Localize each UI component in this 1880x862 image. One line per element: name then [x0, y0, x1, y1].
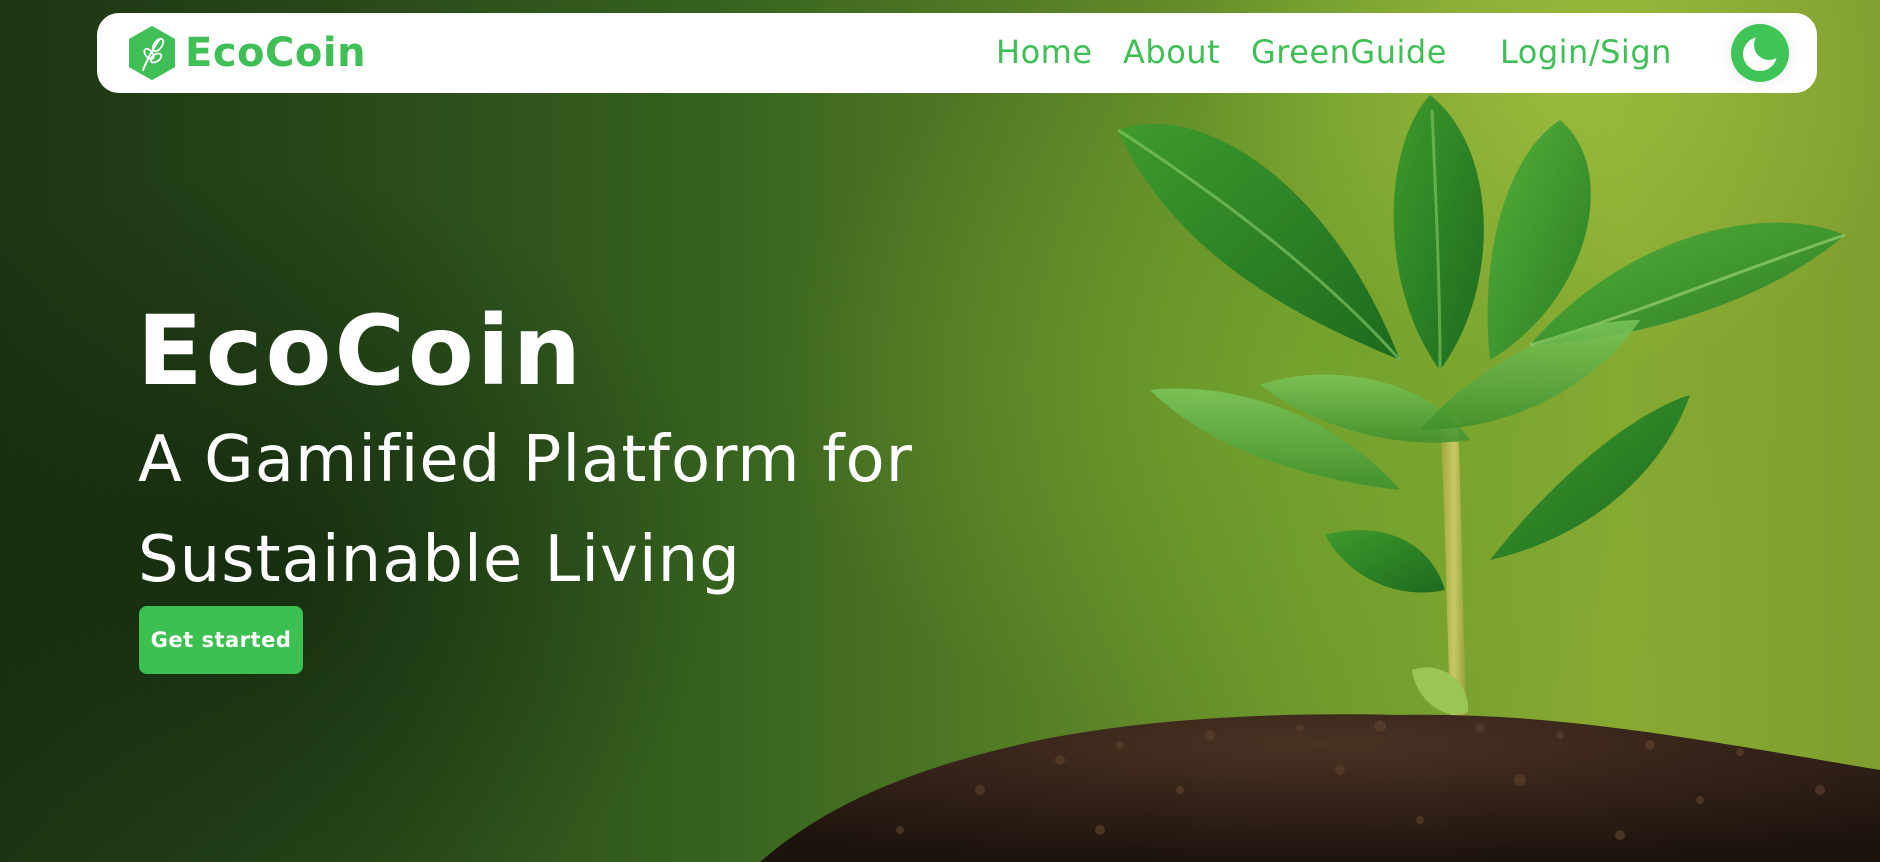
top-navbar: EcoCoin Home About GreenGuide Login/Sign [97, 13, 1817, 93]
nav-link-greenguide[interactable]: GreenGuide [1251, 33, 1447, 71]
theme-toggle-button[interactable] [1731, 24, 1789, 82]
nav-link-home[interactable]: Home [996, 33, 1093, 71]
hero-title: EcoCoin [137, 295, 585, 407]
nav-link-about[interactable]: About [1123, 33, 1220, 71]
hero-subtitle: A Gamified Platform for Sustainable Livi… [138, 423, 913, 597]
get-started-button[interactable]: Get started [139, 606, 303, 674]
nav-link-login-sign[interactable]: Login/Sign [1500, 33, 1672, 71]
nav-links: Home About GreenGuide Login/Sign [97, 13, 1817, 93]
moon-icon [1743, 30, 1784, 71]
